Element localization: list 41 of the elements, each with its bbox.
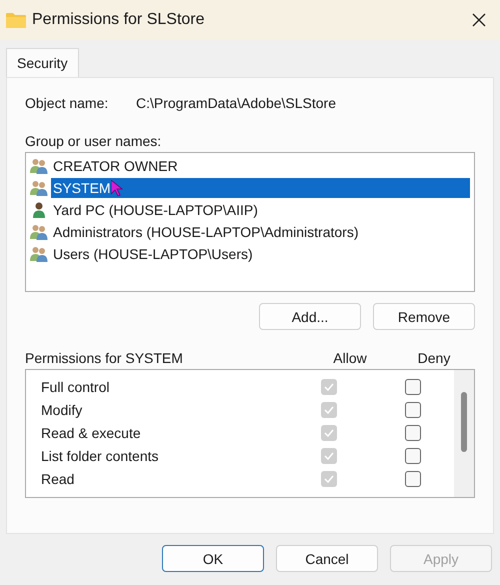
user-list-item[interactable]: Yard PC (HOUSE-LAPTOP\AIIP) [51, 200, 470, 220]
section-label: Group or user names: [25, 133, 162, 149]
permission-name: Read & execute [41, 424, 142, 440]
permission-name: Read [41, 470, 76, 486]
user-group-icon [30, 246, 48, 262]
list-button[interactable]: Remove [373, 303, 475, 330]
cursor-icon [110, 180, 123, 196]
checkmark-icon [324, 474, 334, 482]
user-list-item[interactable]: SYSTEM [51, 178, 470, 198]
list-button[interactable]: Add... [259, 303, 361, 330]
dialog-button[interactable]: Cancel [276, 545, 378, 572]
column-header: Allow [333, 350, 367, 366]
checkmark-icon [324, 406, 334, 414]
user-list-item[interactable]: Administrators (HOUSE-LAPTOP\Administrators) [51, 222, 470, 242]
section-label: Permissions for SYSTEM [25, 350, 184, 366]
checkbox[interactable] [405, 424, 421, 440]
user-group-icon [30, 180, 48, 196]
checkmark-icon [324, 428, 334, 436]
window-title: Permissions for SLStore [32, 11, 206, 29]
checkbox[interactable] [405, 448, 421, 464]
user-list-item[interactable]: Users (HOUSE-LAPTOP\Users) [51, 244, 470, 264]
object-path: C:\ProgramData\Adobe\SLStore [136, 95, 336, 111]
permission-name: Full control [41, 378, 110, 394]
checkbox[interactable] [405, 378, 421, 394]
scrollbar[interactable] [454, 370, 474, 497]
field-label: Object name: [25, 95, 110, 111]
checkmark-icon [324, 452, 334, 460]
column-header: Deny [418, 350, 450, 366]
dialog-button[interactable]: OK [162, 545, 264, 572]
close-icon [472, 13, 486, 27]
checkbox[interactable] [405, 470, 421, 486]
user-list-item[interactable]: CREATOR OWNER [51, 156, 470, 176]
user-group-icon [30, 224, 48, 240]
checkbox[interactable] [405, 402, 421, 418]
folder-icon [6, 12, 26, 28]
tab[interactable]: Security [6, 48, 79, 77]
user-icon [30, 202, 48, 218]
permission-name: List folder contents [41, 448, 160, 464]
user-group-icon [30, 158, 48, 174]
checkmark-icon [324, 382, 334, 390]
permission-name: Modify [41, 402, 84, 418]
